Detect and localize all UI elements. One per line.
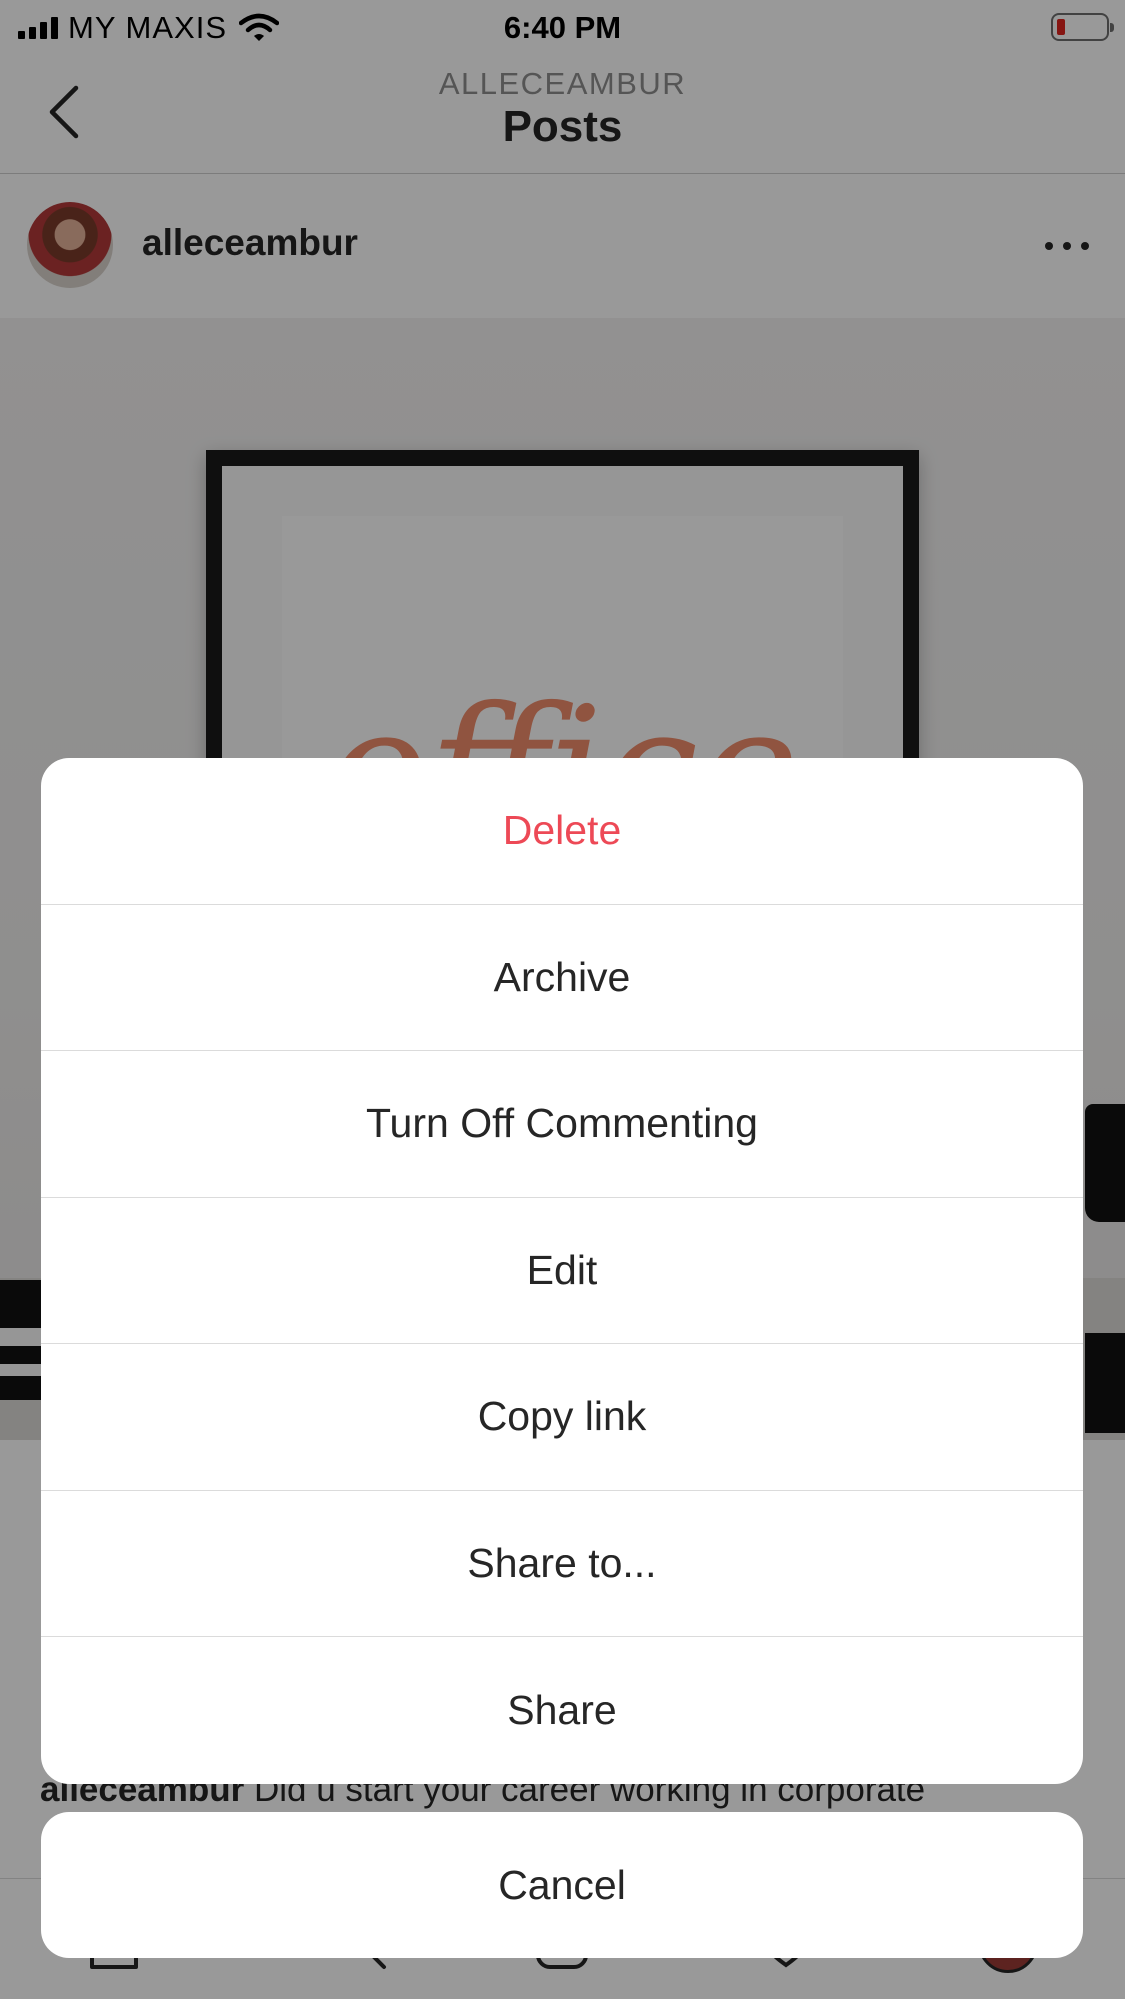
cancel-button[interactable]: Cancel [41,1812,1083,1958]
copy-link-button[interactable]: Copy link [41,1344,1083,1491]
share-to-button[interactable]: Share to... [41,1491,1083,1637]
edit-button[interactable]: Edit [41,1198,1083,1344]
archive-button[interactable]: Archive [41,905,1083,1051]
share-button[interactable]: Share [41,1637,1083,1784]
action-sheet: Delete Archive Turn Off Commenting Edit … [41,758,1083,1784]
turn-off-commenting-button[interactable]: Turn Off Commenting [41,1051,1083,1198]
delete-button[interactable]: Delete [41,758,1083,905]
